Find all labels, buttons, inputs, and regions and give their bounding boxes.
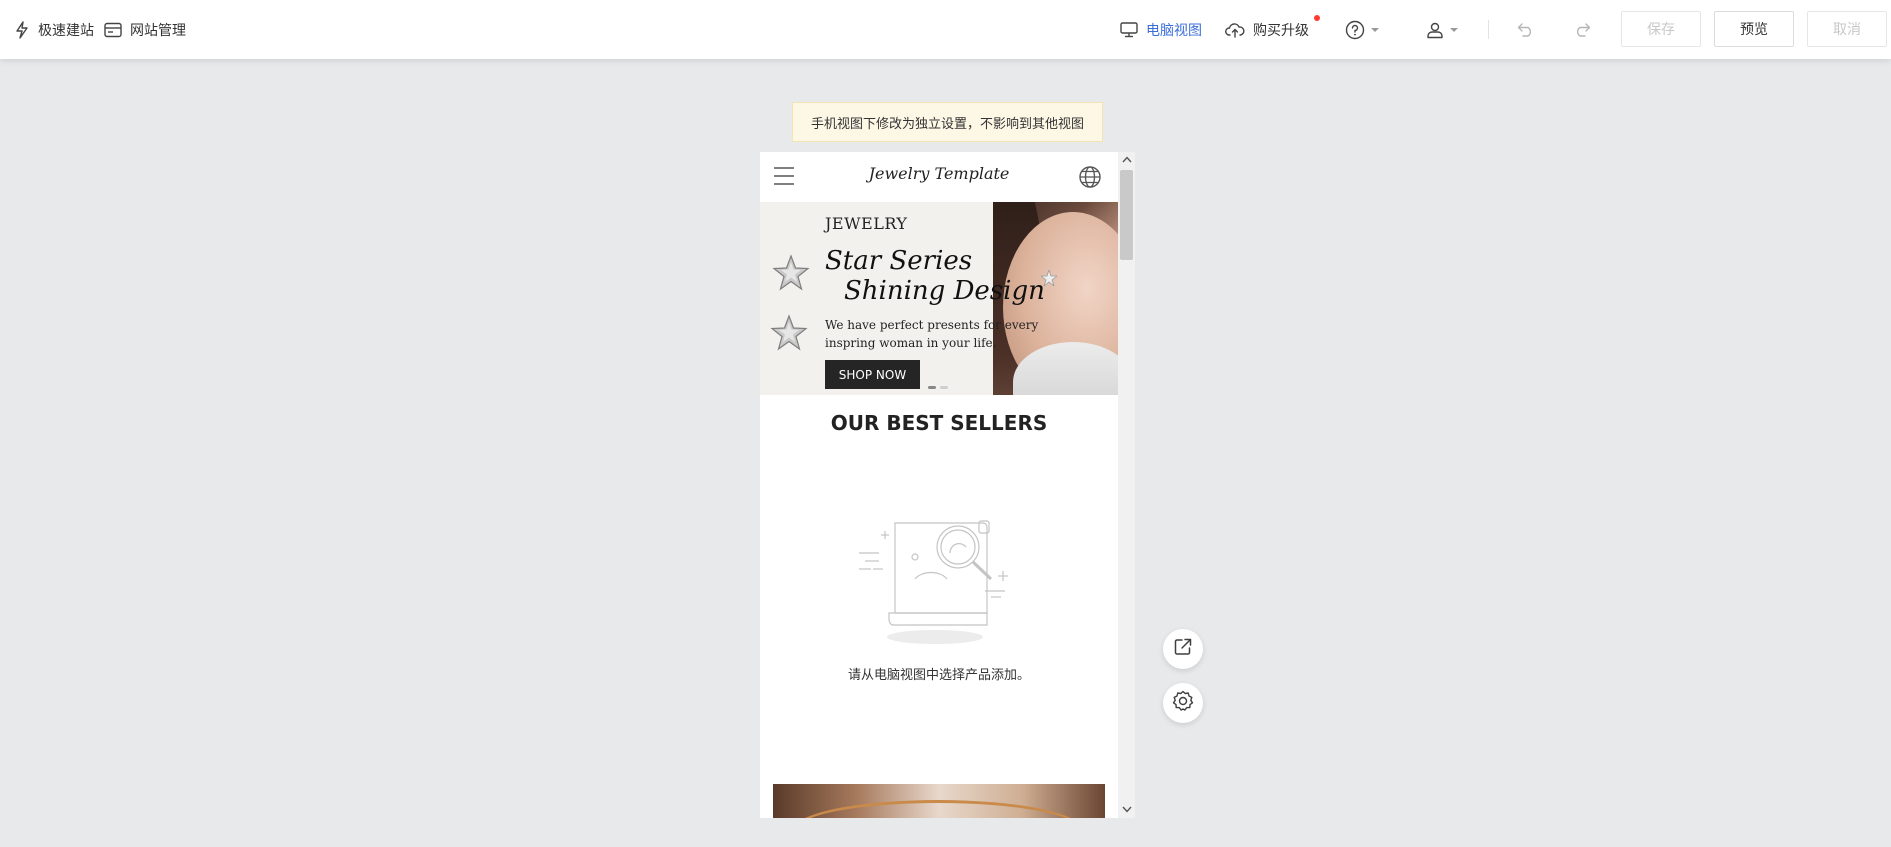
chevron-down-icon bbox=[1371, 27, 1379, 32]
star-earring-image bbox=[772, 254, 810, 296]
user-icon bbox=[1426, 21, 1444, 39]
toolbar-divider bbox=[1488, 20, 1489, 39]
scroll-down-icon[interactable] bbox=[1121, 804, 1132, 815]
share-icon bbox=[1173, 637, 1193, 661]
redo-button[interactable] bbox=[1573, 0, 1591, 59]
site-manage-label: 网站管理 bbox=[130, 22, 186, 39]
desktop-view-label: 电脑视图 bbox=[1146, 22, 1202, 39]
empty-state-message: 请从电脑视图中选择产品添加。 bbox=[847, 668, 1030, 683]
redo-icon bbox=[1573, 22, 1591, 37]
settings-button[interactable] bbox=[1163, 683, 1203, 723]
globe-icon[interactable] bbox=[1079, 166, 1101, 192]
banner-title-line1: Star Series bbox=[825, 246, 973, 276]
scroll-thumb[interactable] bbox=[1120, 170, 1133, 260]
monitor-icon bbox=[1120, 21, 1138, 38]
undo-button[interactable] bbox=[1517, 0, 1535, 59]
account-menu[interactable] bbox=[1426, 0, 1458, 59]
upgrade-label: 购买升级 bbox=[1253, 22, 1309, 39]
gear-icon bbox=[1172, 690, 1194, 716]
mobile-header: Jewelry Template bbox=[760, 152, 1118, 202]
empty-state-illustration bbox=[857, 517, 1023, 651]
share-button[interactable] bbox=[1163, 629, 1203, 669]
card-icon bbox=[104, 22, 122, 38]
shop-now-button[interactable]: SHOP NOW bbox=[825, 360, 920, 389]
carousel-dot[interactable] bbox=[928, 386, 936, 389]
star-earring-image bbox=[770, 314, 808, 356]
chevron-down-icon bbox=[1450, 27, 1458, 32]
preview-scrollbar[interactable] bbox=[1118, 152, 1135, 818]
question-circle-icon bbox=[1345, 20, 1365, 40]
lightning-icon bbox=[14, 20, 30, 39]
scroll-up-icon[interactable] bbox=[1121, 154, 1132, 165]
quick-build-button[interactable]: 极速建站 bbox=[14, 0, 94, 59]
jewelry-image bbox=[773, 784, 1105, 818]
site-logo[interactable]: Jewelry Template bbox=[760, 164, 1118, 183]
quick-build-label: 极速建站 bbox=[38, 22, 94, 39]
help-menu[interactable] bbox=[1345, 0, 1379, 59]
banner-title-line2: Shining Design bbox=[844, 276, 1045, 306]
upgrade-button[interactable]: 购买升级 bbox=[1225, 0, 1309, 59]
cancel-button[interactable]: 取消 bbox=[1807, 11, 1887, 47]
carousel-dot[interactable] bbox=[940, 386, 948, 389]
mobile-preview-frame: Jewelry Template JEWELRY Star Series Shi… bbox=[760, 152, 1118, 818]
save-button[interactable]: 保存 bbox=[1621, 11, 1701, 47]
mobile-view-notice: 手机视图下修改为独立设置，不影响到其他视图 bbox=[792, 102, 1103, 142]
undo-icon bbox=[1517, 22, 1535, 37]
preview-button[interactable]: 预览 bbox=[1714, 11, 1794, 47]
best-sellers-title: OUR BEST SELLERS bbox=[830, 411, 1048, 435]
carousel-dots[interactable] bbox=[928, 386, 948, 389]
banner-description: We have perfect presents for every inspr… bbox=[825, 318, 1039, 350]
desktop-view-button[interactable]: 电脑视图 bbox=[1120, 0, 1202, 59]
cloud-upload-icon bbox=[1225, 22, 1245, 38]
hero-banner[interactable]: JEWELRY Star Series Shining Design We ha… bbox=[760, 202, 1118, 395]
top-toolbar: 极速建站 网站管理 电脑视图 购买升级 保存 预览 取消 bbox=[0, 0, 1891, 59]
site-manage-button[interactable]: 网站管理 bbox=[104, 0, 186, 59]
notification-dot bbox=[1314, 15, 1320, 21]
banner-eyebrow: JEWELRY bbox=[825, 214, 908, 233]
